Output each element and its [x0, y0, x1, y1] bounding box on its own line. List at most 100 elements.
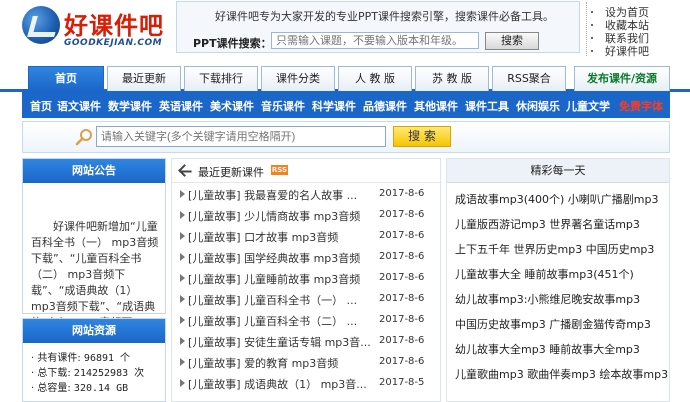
- bullet-icon: [591, 24, 593, 26]
- tab-home[interactable]: 首页: [28, 66, 104, 91]
- news-title[interactable]: [儿童故事] 我最喜爱的名人故事 ...: [188, 187, 372, 203]
- logo-title: 好课件吧: [64, 11, 164, 40]
- category-free-fonts[interactable]: 免费字体: [619, 98, 663, 114]
- category-children-literature[interactable]: 儿童文学: [566, 98, 610, 114]
- stat-courseware-count: · 共有课件: 96891 个: [31, 349, 130, 364]
- stat-value: 320.14 GB: [73, 383, 129, 394]
- keyword-search-bar: 搜 索: [22, 121, 670, 153]
- resources-title: 网站资源: [23, 319, 165, 343]
- category-tools[interactable]: 课件工具: [465, 98, 509, 114]
- featured-link[interactable]: 儿童版西游记mp3 世界著名童话mp3: [455, 216, 640, 232]
- keyword-search-input[interactable]: [96, 126, 386, 147]
- news-title[interactable]: [儿童故事] 安徒生童话专辑 mp3音...: [188, 334, 372, 350]
- triangle-icon: [180, 253, 185, 261]
- list-item[interactable]: [儿童故事] 爱的教育 mp3音频 2017-8-6: [178, 354, 440, 370]
- stat-label: · 总下载:: [31, 368, 71, 379]
- triangle-icon: [180, 337, 185, 345]
- news-title[interactable]: [儿童故事] 国学经典故事 mp3音频: [188, 250, 372, 266]
- news-title[interactable]: [儿童故事] 儿童睡前故事 mp3音频: [188, 271, 372, 287]
- news-date: 2017-8-5: [379, 377, 425, 388]
- triangle-icon: [180, 379, 185, 387]
- news-title[interactable]: [儿童故事] 儿童百科全书（二） ...: [188, 313, 372, 329]
- main-nav-tabs: 首页 最近更新 下载排行 课件分类 人 教 版 苏 教 版 RSS聚合 发布课件…: [0, 64, 690, 92]
- list-item[interactable]: [儿童故事] 国学经典故事 mp3音频 2017-8-6: [178, 249, 440, 265]
- stat-label: · 共有课件:: [31, 353, 81, 364]
- stat-downloads: · 总下载: 214252983 次: [31, 364, 144, 379]
- featured-panel: 精彩每一天 成语故事mp3(400个) 小喇叭广播剧mp3 儿童版西游记mp3 …: [446, 158, 670, 402]
- ppt-search-input[interactable]: [271, 32, 479, 49]
- link-site-home[interactable]: 好课件吧: [605, 43, 649, 59]
- featured-link[interactable]: 上下五千年 世界历史mp3 中国历史mp3: [455, 241, 654, 257]
- tab-categories[interactable]: 课件分类: [261, 66, 335, 91]
- category-other[interactable]: 其他课件: [414, 98, 458, 114]
- news-title[interactable]: [儿童故事] 口才故事 mp3音频: [188, 229, 372, 245]
- site-header: 好课件吧 GOODKEJIAN.COM 好课件吧专为大家开发的专业PPT课件搜索…: [0, 0, 690, 62]
- arrow-icon: [178, 164, 191, 177]
- list-item[interactable]: [儿童故事] 儿童百科全书（二） ... 2017-8-6: [178, 312, 440, 328]
- latest-header: 最近更新课件 RSS: [172, 159, 442, 183]
- latest-title[interactable]: 最近更新课件: [198, 164, 264, 180]
- tab-renjiao[interactable]: 人 教 版: [338, 66, 412, 91]
- featured-link[interactable]: 成语故事mp3(400个) 小喇叭广播剧mp3: [455, 191, 658, 207]
- stat-value: 96891 个: [83, 353, 131, 364]
- search-icon: [75, 129, 92, 146]
- keyword-search-button[interactable]: 搜 索: [393, 126, 451, 147]
- bullet-icon: [591, 11, 593, 13]
- site-logo[interactable]: 好课件吧 GOODKEJIAN.COM: [22, 4, 172, 54]
- news-title[interactable]: [儿童故事] 成语典故（1） mp3音...: [188, 376, 372, 392]
- tab-ranking[interactable]: 下载排行: [184, 66, 258, 91]
- news-date: 2017-8-6: [379, 335, 425, 346]
- notice-panel: 网站公告 好课件吧新增加“儿童百科全书（一） mp3音频下载”、“儿童百科全书（…: [22, 158, 166, 329]
- news-date: 2017-8-6: [379, 230, 425, 241]
- list-item[interactable]: [儿童故事] 儿童百科全书（一） ... 2017-8-6: [178, 291, 440, 307]
- triangle-icon: [180, 232, 185, 240]
- featured-link[interactable]: 幼儿故事mp3:小熊维尼晚安故事mp3: [455, 291, 640, 307]
- featured-link[interactable]: 中国历史故事mp3 广播剧金猫传奇mp3: [455, 316, 651, 332]
- news-title[interactable]: [儿童故事] 少儿情商故事 mp3音频: [188, 208, 372, 224]
- bullet-icon: [591, 37, 593, 39]
- latest-updates-panel: 最近更新课件 RSS [儿童故事] 我最喜爱的名人故事 ... 2017-8-6…: [171, 158, 442, 402]
- stat-label: · 总容量:: [31, 383, 71, 394]
- resources-panel: 网站资源 · 共有课件: 96891 个 · 总下载: 214252983 次 …: [22, 318, 166, 402]
- tab-rss[interactable]: RSS聚合: [492, 66, 566, 91]
- featured-link[interactable]: 幼儿故事大全mp3 睡前故事大全mp3: [455, 341, 640, 357]
- triangle-icon: [180, 316, 185, 324]
- news-title[interactable]: [儿童故事] 爱的教育 mp3音频: [188, 355, 372, 371]
- category-chinese[interactable]: 语文课件: [57, 98, 101, 114]
- news-date: 2017-8-6: [379, 209, 425, 220]
- featured-link[interactable]: 儿童歌曲mp3 歌曲伴奏mp3 绘本故事mp3: [455, 366, 668, 382]
- news-date: 2017-8-6: [379, 356, 425, 367]
- list-item[interactable]: [儿童故事] 少儿情商故事 mp3音频 2017-8-6: [178, 207, 440, 223]
- ppt-search-button[interactable]: 搜索: [485, 32, 539, 50]
- news-title[interactable]: [儿童故事] 儿童百科全书（一） ...: [188, 292, 372, 308]
- news-date: 2017-8-6: [379, 251, 425, 262]
- featured-title: 精彩每一天: [447, 159, 669, 183]
- site-slogan: 好课件吧专为大家开发的专业PPT课件搜索引擎，搜索课件必备工具。: [215, 10, 554, 23]
- category-science[interactable]: 科学课件: [312, 98, 356, 114]
- logo-subtitle: GOODKEJIAN.COM: [64, 38, 163, 48]
- list-item[interactable]: [儿童故事] 成语典故（1） mp3音... 2017-8-5: [178, 375, 440, 391]
- triangle-icon: [180, 190, 185, 198]
- quick-links: 设为首页 收藏本站 联系我们 好课件吧: [586, 2, 686, 59]
- tab-sujiao[interactable]: 苏 教 版: [415, 66, 489, 91]
- notice-title: 网站公告: [23, 159, 165, 183]
- category-home[interactable]: 首页: [30, 98, 52, 114]
- category-music[interactable]: 音乐课件: [261, 98, 305, 114]
- list-item[interactable]: [儿童故事] 口才故事 mp3音频 2017-8-6: [178, 228, 440, 244]
- notice-text[interactable]: 好课件吧新增加“儿童百科全书（一） mp3音频下载”、“儿童百科全书（二） mp…: [31, 219, 161, 331]
- category-leisure[interactable]: 休闲娱乐: [516, 98, 560, 114]
- category-english[interactable]: 英语课件: [159, 98, 203, 114]
- tab-publish[interactable]: 发布课件/资源: [574, 66, 670, 91]
- tab-recent[interactable]: 最近更新: [107, 66, 181, 91]
- triangle-icon: [180, 211, 185, 219]
- category-math[interactable]: 数学课件: [108, 98, 152, 114]
- list-item[interactable]: [儿童故事] 儿童睡前故事 mp3音频 2017-8-6: [178, 270, 440, 286]
- list-item[interactable]: [儿童故事] 安徒生童话专辑 mp3音... 2017-8-6: [178, 333, 440, 349]
- category-morality[interactable]: 品德课件: [363, 98, 407, 114]
- list-item[interactable]: [儿童故事] 我最喜爱的名人故事 ... 2017-8-6: [178, 186, 440, 202]
- news-date: 2017-8-6: [379, 272, 425, 283]
- triangle-icon: [180, 295, 185, 303]
- featured-link[interactable]: 儿童故事大全 睡前故事mp3(451个): [455, 266, 634, 282]
- category-art[interactable]: 美术课件: [210, 98, 254, 114]
- rss-icon[interactable]: RSS: [271, 165, 288, 175]
